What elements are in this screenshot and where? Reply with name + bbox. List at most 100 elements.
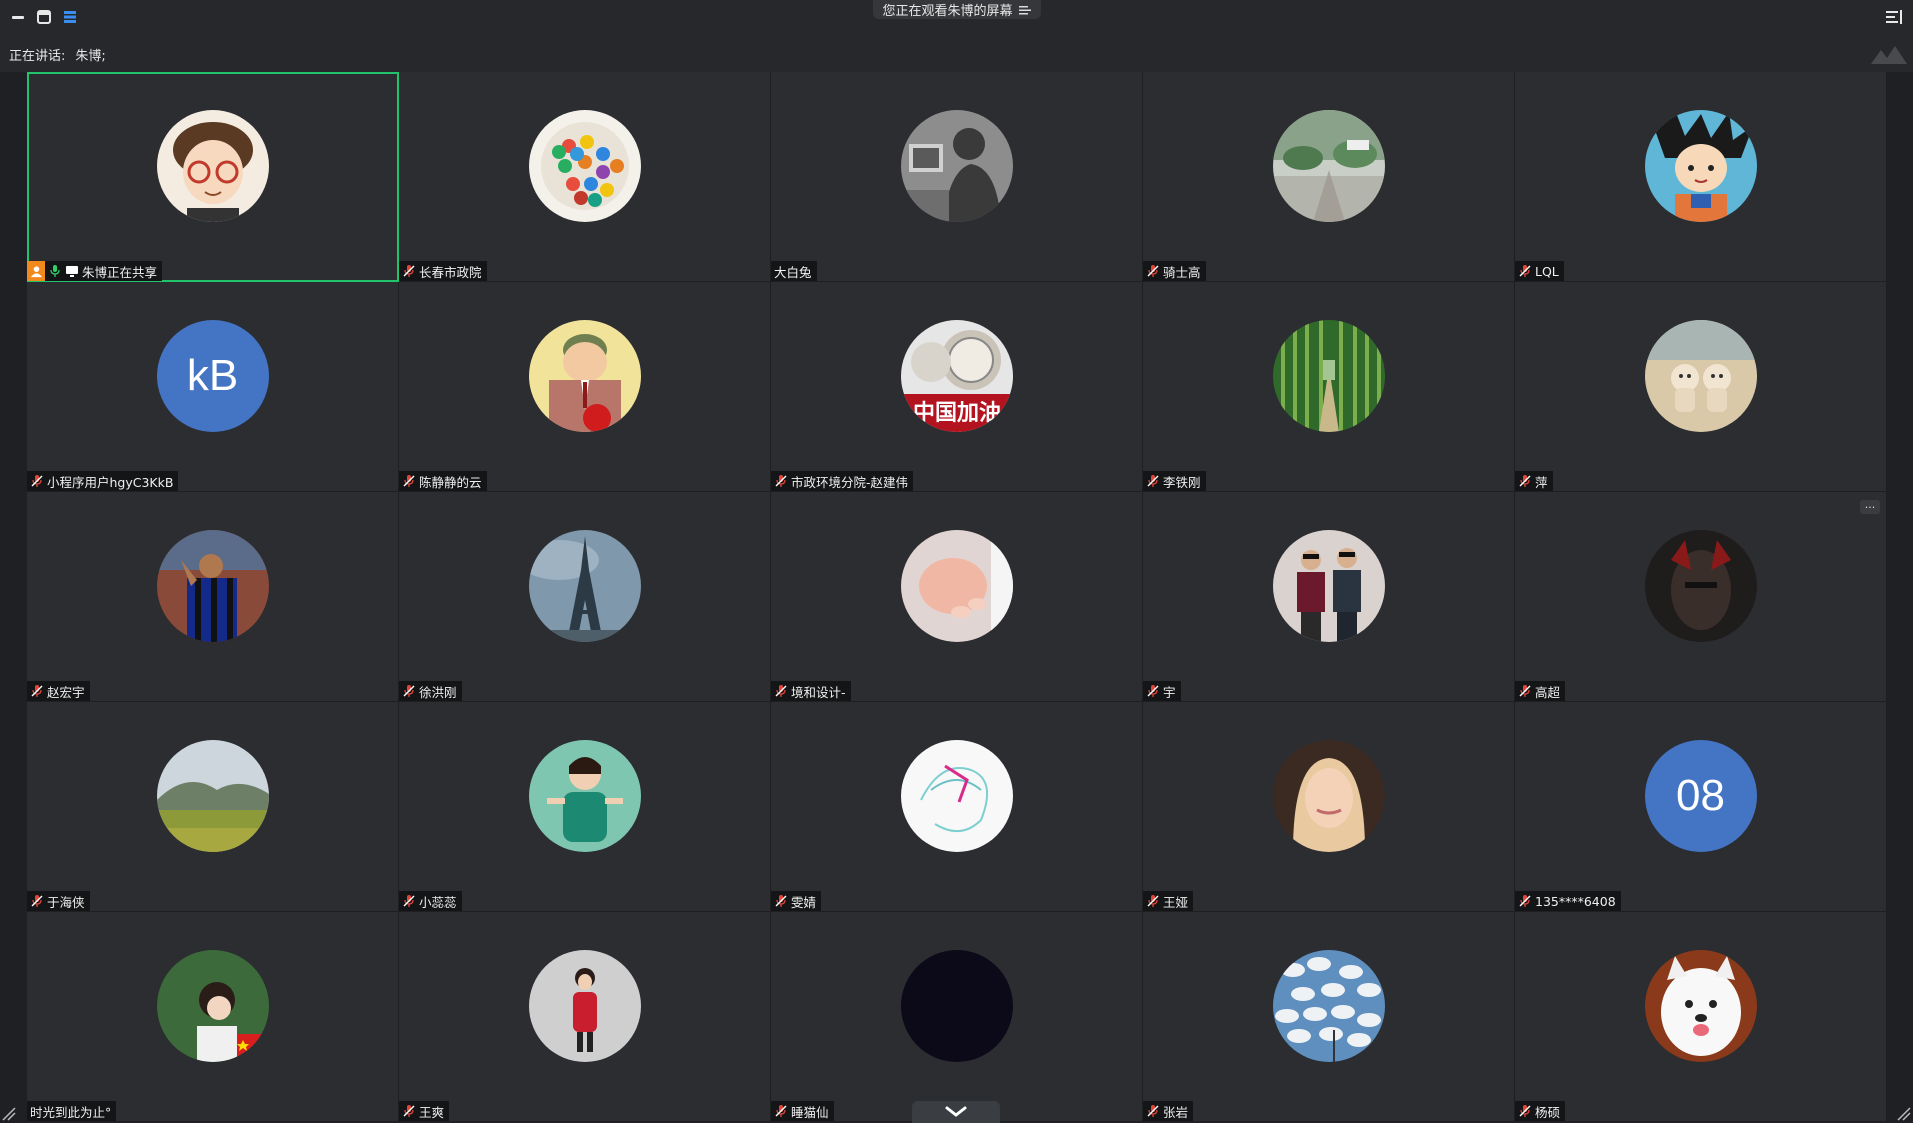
- chevron-down-icon: [945, 1106, 967, 1117]
- layout-icon[interactable]: [62, 9, 78, 25]
- participant-tile[interactable]: kB 小程序用户hgyC3KkB: [27, 282, 399, 492]
- mic-muted-icon: [1518, 264, 1532, 278]
- participant-tile[interactable]: 于海侠: [27, 702, 399, 912]
- avatar-initials: kB: [156, 320, 269, 432]
- participant-tile[interactable]: 睡猫仙: [771, 912, 1143, 1122]
- avatar: [1644, 530, 1757, 642]
- name-tag: 朱博正在共享: [27, 261, 163, 281]
- participant-tile[interactable]: 境和设计-: [771, 492, 1143, 702]
- mic-muted-icon: [402, 264, 416, 278]
- avatar: [900, 740, 1013, 852]
- share-banner-text: 您正在观看朱博的屏幕: [882, 4, 1013, 19]
- mic-muted-icon: [1146, 474, 1160, 488]
- participant-grid: 朱博正在共享 长春市政院 大白兔 骑士高 LQL kB 小程序用户hgyC3KkB 陈静静的云…: [27, 72, 1887, 1122]
- participant-name: 时光到此为止°: [30, 1104, 112, 1120]
- name-tag: 骑士高: [1143, 261, 1206, 281]
- name-tag: 小蕊蕊: [399, 891, 462, 911]
- mic-muted-icon: [1146, 1104, 1160, 1118]
- avatar: [900, 530, 1013, 642]
- avatar: [900, 110, 1013, 222]
- avatar: [1272, 530, 1385, 642]
- mic-muted-icon: [402, 894, 416, 908]
- more-options-button[interactable]: ...: [1860, 499, 1880, 514]
- name-tag: 陈静静的云: [399, 471, 487, 491]
- mic-muted-icon: [1146, 684, 1160, 698]
- participant-tile[interactable]: 李铁刚: [1143, 282, 1515, 492]
- participant-name: 赵宏宇: [47, 684, 85, 700]
- avatar: [528, 320, 641, 432]
- participant-tile[interactable]: 大白兔: [771, 72, 1143, 282]
- mic-muted-icon: [30, 474, 44, 488]
- screen-share-banner[interactable]: 您正在观看朱博的屏幕: [872, 0, 1041, 19]
- mic-muted-icon: [402, 1104, 416, 1118]
- participant-tile[interactable]: 长春市政院: [399, 72, 771, 282]
- participant-name: 睡猫仙: [791, 1104, 829, 1120]
- minimize-icon[interactable]: [10, 9, 26, 25]
- avatar: [1644, 950, 1757, 1062]
- logo-watermark-icon: [1871, 46, 1907, 64]
- speaking-indicator: 正在讲话: 朱博;: [0, 36, 1913, 72]
- participant-tile[interactable]: 08 135****6408: [1515, 702, 1887, 912]
- participant-name: 张岩: [1163, 1104, 1189, 1120]
- avatar: [156, 740, 269, 852]
- participant-name: 朱博正在共享: [82, 264, 158, 280]
- participant-tile[interactable]: 雯婧: [771, 702, 1143, 912]
- participant-tile[interactable]: 小蕊蕊: [399, 702, 771, 912]
- participant-tile[interactable]: 赵宏宇: [27, 492, 399, 702]
- participant-tile[interactable]: 徐洪刚: [399, 492, 771, 702]
- participant-tile[interactable]: 王爽: [399, 912, 771, 1122]
- name-tag: 王娅: [1143, 891, 1194, 911]
- collapse-panel-icon[interactable]: [1885, 8, 1903, 26]
- participant-name: 小程序用户hgyC3KkB: [47, 474, 174, 490]
- participant-tile[interactable]: 张岩: [1143, 912, 1515, 1122]
- mic-muted-icon: [1518, 474, 1532, 488]
- mic-muted-icon: [774, 474, 788, 488]
- name-tag: 睡猫仙: [771, 1101, 834, 1121]
- expand-toolbar-button[interactable]: [912, 1101, 1000, 1123]
- participant-tile[interactable]: 高超...: [1515, 492, 1887, 702]
- mic-muted-icon: [774, 1104, 788, 1118]
- participant-name: 长春市政院: [419, 264, 482, 280]
- participant-tile[interactable]: 萍: [1515, 282, 1887, 492]
- name-tag: 长春市政院: [399, 261, 487, 281]
- participant-name: 大白兔: [774, 264, 812, 280]
- participant-tile[interactable]: 杨硕: [1515, 912, 1887, 1122]
- participant-tile[interactable]: 王娅: [1143, 702, 1515, 912]
- mic-muted-icon: [1518, 1104, 1532, 1118]
- resize-handle-icon[interactable]: [1897, 1107, 1911, 1121]
- participant-tile[interactable]: 中国加油市政环境分院-赵建伟: [771, 282, 1143, 492]
- avatar-initials: 08: [1644, 740, 1757, 852]
- speaking-label: 正在讲话:: [9, 48, 66, 64]
- participant-tile[interactable]: LQL: [1515, 72, 1887, 282]
- participant-name: 陈静静的云: [419, 474, 482, 490]
- avatar: [1272, 740, 1385, 852]
- participant-tile[interactable]: 时光到此为止°: [27, 912, 399, 1122]
- name-tag: 市政环境分院-赵建伟: [771, 471, 914, 491]
- name-tag: LQL: [1515, 261, 1564, 281]
- name-tag: 于海侠: [27, 891, 90, 911]
- avatar: [900, 950, 1013, 1062]
- mic-muted-icon: [1518, 894, 1532, 908]
- participant-tile[interactable]: 陈静静的云: [399, 282, 771, 492]
- participant-tile[interactable]: 骑士高: [1143, 72, 1515, 282]
- participant-name: 王爽: [419, 1104, 445, 1120]
- mic-muted-icon: [774, 684, 788, 698]
- name-tag: 宇: [1143, 681, 1181, 701]
- name-tag: 大白兔: [771, 261, 817, 281]
- name-tag: 徐洪刚: [399, 681, 462, 701]
- resize-handle-icon[interactable]: [2, 1107, 16, 1121]
- mic-muted-icon: [1146, 894, 1160, 908]
- mic-muted-icon: [402, 684, 416, 698]
- window-icon[interactable]: [36, 9, 52, 25]
- participant-tile[interactable]: 朱博正在共享: [27, 72, 399, 282]
- left-gutter: [0, 72, 27, 1123]
- participant-name: 宇: [1163, 684, 1176, 700]
- participant-name: 市政环境分院-赵建伟: [791, 474, 909, 490]
- participant-tile[interactable]: 宇: [1143, 492, 1515, 702]
- svg-text:中国加油: 中国加油: [912, 401, 1000, 426]
- avatar: [1644, 320, 1757, 432]
- avatar: [1272, 320, 1385, 432]
- window-controls: [10, 9, 78, 25]
- avatar: [1644, 110, 1757, 222]
- participant-name: 境和设计-: [791, 684, 846, 700]
